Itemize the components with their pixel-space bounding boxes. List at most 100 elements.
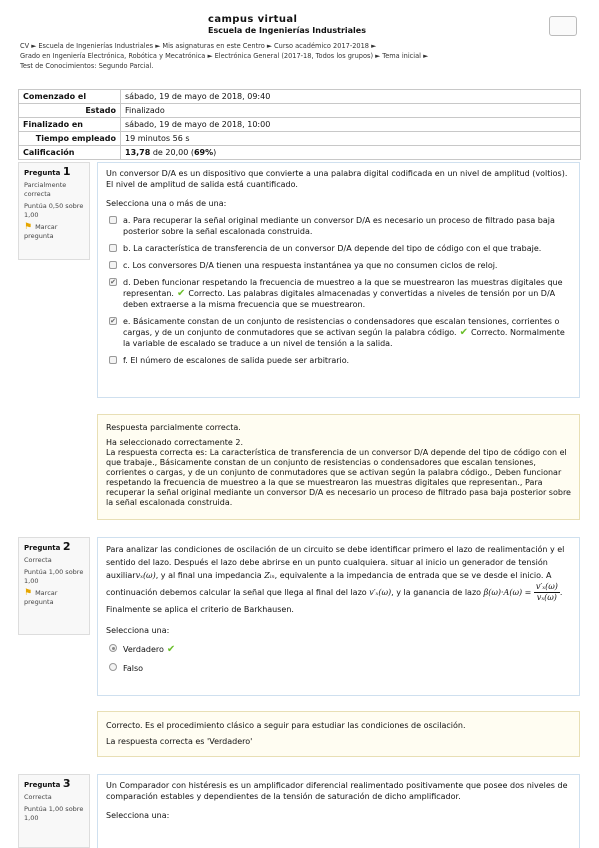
- question-2-content: Para analizar las condiciones de oscilac…: [97, 537, 580, 696]
- radio-icon[interactable]: [109, 663, 117, 671]
- feedback-general: Correcto. Es el procedimiento clásico a …: [106, 721, 466, 730]
- question-1-feedback: Respuesta parcialmente correcta. Ha sele…: [97, 414, 580, 520]
- question-1-content: Un conversor D/A es un dispositivo que c…: [97, 162, 580, 398]
- option-label: c. Los conversores D/A tienen una respue…: [123, 261, 498, 270]
- answer-option-d[interactable]: ✔ d. Deben funcionar respetando la frecue…: [106, 277, 571, 310]
- breadcrumb: CV ► Escuela de Ingenierías Industriales…: [20, 41, 580, 71]
- option-feedback: Correcto. Las palabras digitales almacen…: [123, 289, 556, 309]
- fraction-denominator: vₓ(ω): [536, 593, 557, 602]
- option-label: b. La característica de transferencia de…: [123, 244, 542, 253]
- answer-option-e[interactable]: ✔ e. Básicamente constan de un conjunto d…: [106, 316, 571, 349]
- question-label: Pregunta: [24, 544, 61, 552]
- math-loop-gain: β(ω)·A(ω) =: [483, 588, 532, 597]
- feedback-right-answer: La respuesta correcta es: La característ…: [106, 448, 571, 507]
- grade-percent: 69%: [193, 148, 214, 157]
- summary-row: Comenzado el sábado, 19 de mayo de 2018,…: [18, 89, 581, 104]
- question-text-part: , y la ganancia de lazo: [391, 588, 482, 597]
- answer-option-a[interactable]: a. Para recuperar la señal original medi…: [106, 215, 571, 237]
- option-label: a. Para recuperar la señal original medi…: [123, 216, 555, 236]
- question-num: 1: [62, 165, 71, 178]
- radio-selected-icon[interactable]: [109, 644, 117, 652]
- page-header: campus virtual Escuela de Ingenierías In…: [0, 0, 599, 40]
- question-state: Correcta: [24, 793, 52, 801]
- summary-label: Comenzado el: [18, 89, 121, 104]
- checkbox-icon[interactable]: [109, 216, 117, 224]
- checkbox-icon[interactable]: [109, 244, 117, 252]
- answer-prompt: Selecciona una:: [106, 811, 170, 820]
- summary-label: Finalizado en: [18, 117, 121, 132]
- question-1-info: Pregunta 1 Parcialmente correcta Puntúa …: [18, 162, 90, 260]
- summary-value: sábado, 19 de mayo de 2018, 10:00: [120, 117, 581, 132]
- question-3-info: Pregunta 3 Correcta Puntúa 1,00 sobre 1,…: [18, 774, 90, 848]
- checkbox-icon[interactable]: [109, 356, 117, 364]
- question-state: Correcta: [24, 556, 52, 564]
- grade-score: 13,78: [125, 148, 151, 157]
- answer-option-f[interactable]: f. El número de escalones de salida pued…: [106, 355, 571, 366]
- flag-question-link[interactable]: ⚑ Marcar pregunta: [24, 589, 84, 607]
- correct-check-icon: ✔: [176, 288, 186, 299]
- fraction-numerator: v′ₓ(ω): [533, 582, 560, 593]
- feedback-count: Ha seleccionado correctamente 2.: [106, 438, 244, 447]
- math-fraction: v′ₓ(ω) vₓ(ω): [533, 582, 560, 603]
- summary-value: 19 minutos 56 s: [120, 131, 581, 146]
- question-text: Un conversor D/A es un dispositivo que c…: [106, 169, 568, 189]
- feedback-general: Respuesta parcialmente correcta.: [106, 423, 241, 432]
- question-2-info: Pregunta 2 Correcta Puntúa 1,00 sobre 1,…: [18, 537, 90, 635]
- math-vx-prime: v′ₓ(ω): [369, 588, 392, 597]
- math-vx: vₓ(ω): [135, 571, 156, 580]
- question-3-content: Un Comparador con histéresis es un ampli…: [97, 774, 580, 848]
- correct-check-icon: ✔: [459, 327, 468, 338]
- question-num: 3: [62, 777, 71, 790]
- summary-label: Tiempo empleado: [18, 131, 121, 146]
- summary-value: Finalizado: [120, 103, 581, 118]
- grade-close: ): [213, 148, 217, 157]
- question-text: Un Comparador con histéresis es un ampli…: [106, 781, 568, 801]
- flag-question-link[interactable]: ⚑ Marcar pregunta: [24, 223, 84, 241]
- option-label: f. El número de escalones de salida pued…: [123, 356, 350, 365]
- site-name[interactable]: campus virtual: [208, 14, 297, 25]
- summary-row: Tiempo empleado 19 minutos 56 s: [18, 131, 581, 146]
- question-mark: Puntúa 0,50 sobre 1,00: [24, 202, 84, 219]
- question-mark: Puntúa 1,00 sobre 1,00: [24, 568, 84, 585]
- answer-option-c[interactable]: c. Los conversores D/A tienen una respue…: [106, 260, 571, 271]
- answer-option-false[interactable]: Falso: [106, 662, 571, 675]
- breadcrumb-line-3[interactable]: Test de Conocimientos: Segundo Parcial.: [20, 61, 580, 71]
- summary-value: sábado, 19 de mayo de 2018, 09:40: [120, 89, 581, 104]
- answer-prompt: Selecciona una:: [106, 626, 170, 635]
- option-label: Verdadero: [123, 645, 164, 654]
- grade-value: 13,78 de 20,00 (69%): [120, 145, 581, 160]
- breadcrumb-line-2[interactable]: Grado en Ingeniería Electrónica, Robótic…: [20, 51, 580, 61]
- math-zin: Zᵢₙ: [264, 571, 275, 580]
- attempt-summary-table: Comenzado el sábado, 19 de mayo de 2018,…: [18, 89, 581, 160]
- summary-row: Estado Finalizado: [18, 103, 581, 118]
- correct-check-icon: ✔: [166, 644, 176, 655]
- summary-label: Calificación: [18, 145, 121, 160]
- flag-icon[interactable]: ⚑: [24, 589, 32, 598]
- question-state: Parcialmente correcta: [24, 181, 67, 198]
- checkbox-icon[interactable]: [109, 261, 117, 269]
- checkbox-checked-icon[interactable]: ✔: [109, 317, 117, 325]
- question-num: 2: [62, 540, 71, 553]
- question-label: Pregunta: [24, 169, 61, 177]
- breadcrumb-line-1[interactable]: CV ► Escuela de Ingenierías Industriales…: [20, 41, 580, 51]
- flag-icon[interactable]: ⚑: [24, 223, 32, 232]
- summary-row: Finalizado en sábado, 19 de mayo de 2018…: [18, 117, 581, 132]
- summary-label: Estado: [18, 103, 121, 118]
- answer-option-b[interactable]: b. La característica de transferencia de…: [106, 243, 571, 254]
- grade-total: de 20,00 (: [150, 148, 194, 157]
- user-menu-button[interactable]: [549, 16, 577, 36]
- question-text-part: , y al final una impedancia: [155, 571, 262, 580]
- question-number: Pregunta 3: [24, 777, 84, 790]
- question-number: Pregunta 1: [24, 165, 84, 178]
- question-text: Para analizar las condiciones de oscilac…: [106, 543, 571, 616]
- answer-prompt: Selecciona una o más de una:: [106, 199, 227, 208]
- school-name: Escuela de Ingenierías Industriales: [208, 26, 366, 35]
- feedback-right-answer: La respuesta correcta es 'Verdadero': [106, 737, 253, 746]
- question-number: Pregunta 2: [24, 540, 84, 553]
- option-label: Falso: [123, 664, 144, 673]
- answer-option-true[interactable]: Verdadero ✔: [106, 643, 571, 656]
- summary-row: Calificación 13,78 de 20,00 (69%): [18, 145, 581, 160]
- question-label: Pregunta: [24, 781, 61, 789]
- checkbox-checked-icon[interactable]: ✔: [109, 278, 117, 286]
- question-mark: Puntúa 1,00 sobre 1,00: [24, 805, 84, 822]
